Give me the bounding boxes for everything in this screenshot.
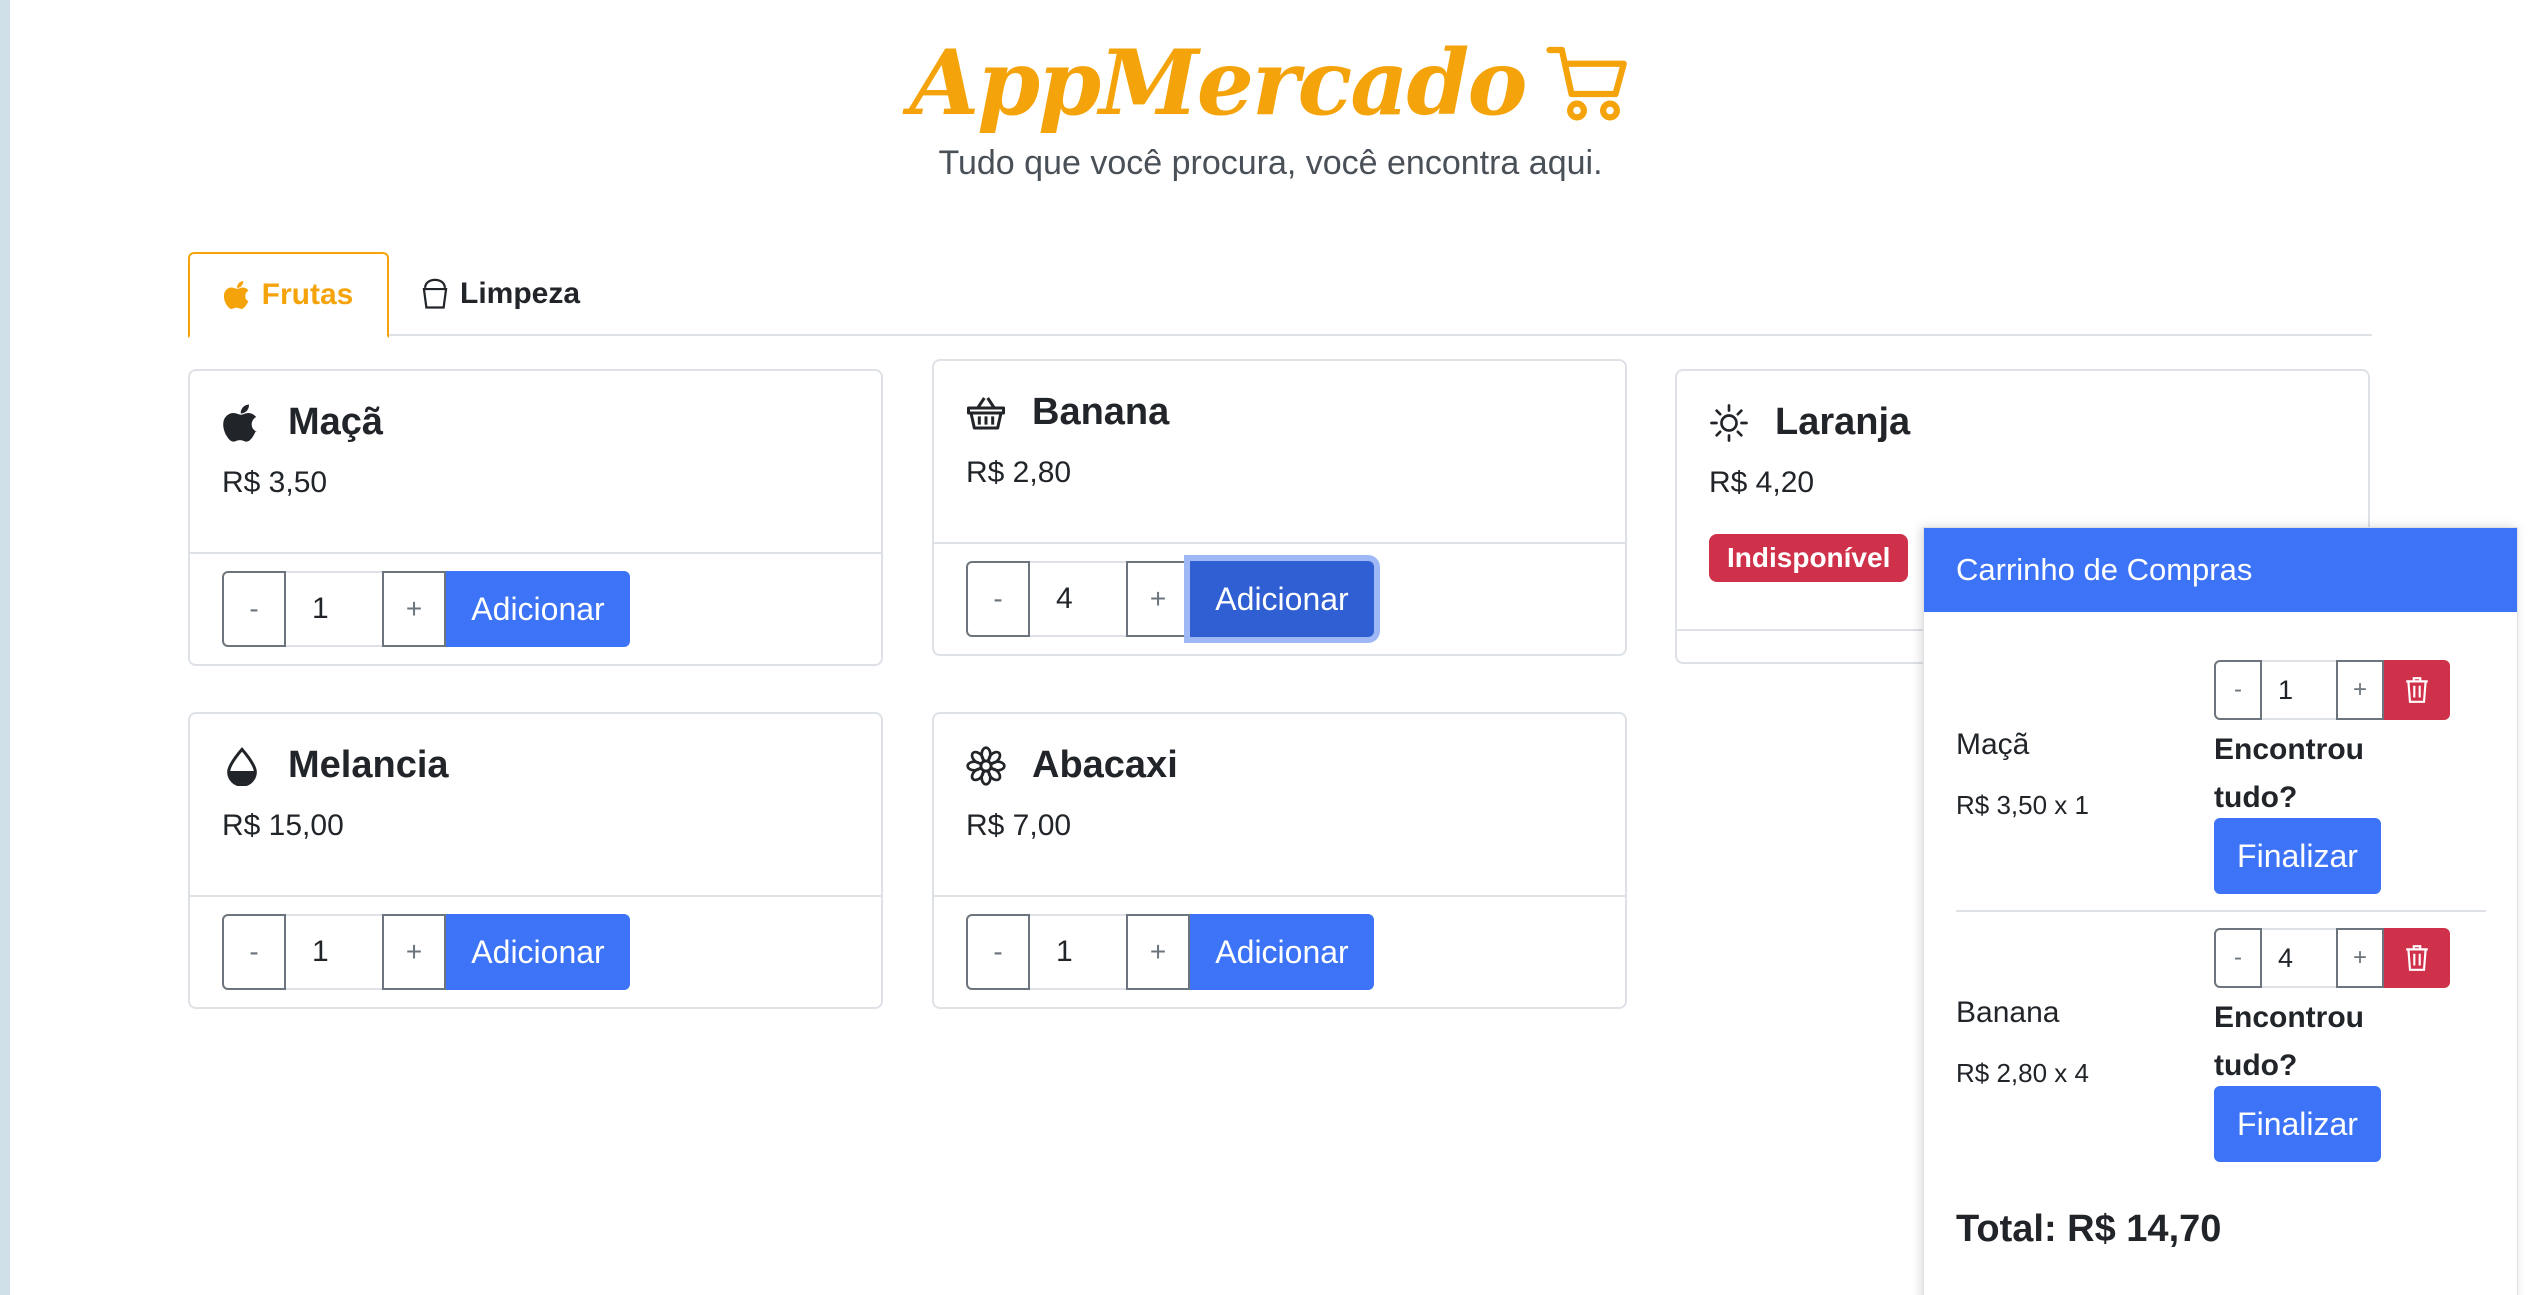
product-price: R$ 2,80 <box>966 456 1072 489</box>
finalize-button[interactable]: Finalizar <box>2214 1086 2381 1162</box>
cart-icon <box>1545 46 1627 121</box>
trash-icon <box>2406 677 2428 703</box>
product-name: Maçã <box>288 401 384 443</box>
product-price: R$ 4,20 <box>1709 466 1815 499</box>
tab-limpeza[interactable]: Limpeza <box>420 252 580 336</box>
product-title: Maçã <box>222 401 849 444</box>
remove-item-button[interactable] <box>2384 660 2450 720</box>
quantity-input[interactable]: 4 <box>1030 561 1126 637</box>
product-title: Melancia <box>222 744 849 787</box>
bucket-icon <box>422 278 448 309</box>
category-tabs: Frutas Limpeza <box>188 252 2372 338</box>
divider <box>1956 910 2486 912</box>
product-name: Melancia <box>288 744 449 786</box>
shopping-cart-panel: Carrinho de Compras Maçã R$ 3,50 x 1 - 1… <box>1923 527 2518 1295</box>
cart-item-line: R$ 3,50 x 1 <box>1956 790 2089 820</box>
add-to-cart-button[interactable]: Adicionar <box>446 571 630 647</box>
product-card-abacaxi: Abacaxi R$ 7,00 - 1 + Adicionar <box>932 712 1627 1009</box>
remove-item-button[interactable] <box>2384 928 2450 988</box>
cart-header: Carrinho de Compras <box>1924 528 2517 612</box>
product-title: Laranja <box>1709 401 2336 444</box>
product-name: Laranja <box>1775 401 1911 443</box>
card-body: Melancia R$ 15,00 <box>190 714 881 897</box>
quantity-input[interactable]: 1 <box>286 914 382 990</box>
increase-quantity-button[interactable]: + <box>1126 561 1190 637</box>
cart-item-name: Maçã <box>1956 728 2030 761</box>
tab-label: Frutas <box>261 278 354 311</box>
finalize-button[interactable]: Finalizar <box>2214 818 2381 894</box>
cart-question: Encontrou tudo? <box>2214 1001 2364 1082</box>
cart-total: Total: R$ 14,70 <box>1956 1208 2222 1250</box>
decrease-quantity-button[interactable]: - <box>2214 928 2262 988</box>
page-subtitle: Tudo que você procura, você encontra aqu… <box>938 144 1603 182</box>
increase-quantity-button[interactable]: + <box>2336 660 2384 720</box>
quantity-input[interactable]: 1 <box>286 571 382 647</box>
decrease-quantity-button[interactable]: - <box>222 571 286 647</box>
decrease-quantity-button[interactable]: - <box>966 914 1030 990</box>
product-price: R$ 3,50 <box>222 466 328 499</box>
quantity-input[interactable]: 1 <box>1030 914 1126 990</box>
app-title: AppMercado <box>909 30 1527 136</box>
product-title: Abacaxi <box>966 744 1593 787</box>
increase-quantity-button[interactable]: + <box>382 914 446 990</box>
product-card-melancia: Melancia R$ 15,00 - 1 + Adicionar <box>188 712 883 1009</box>
card-footer: - 1 + Adicionar <box>190 554 881 664</box>
increase-quantity-button[interactable]: + <box>382 571 446 647</box>
cart-item-controls: - 4 + <box>2214 928 2450 988</box>
decrease-quantity-button[interactable]: - <box>2214 660 2262 720</box>
basket-icon <box>967 396 1005 429</box>
decrease-quantity-button[interactable]: - <box>966 561 1030 637</box>
cart-item-controls: - 1 + <box>2214 660 2450 720</box>
decrease-quantity-button[interactable]: - <box>222 914 286 990</box>
tab-frutas[interactable]: Frutas <box>188 252 389 338</box>
product-card-banana: Banana R$ 2,80 - 4 + Adicionar <box>932 359 1627 656</box>
apple-icon <box>223 281 249 309</box>
card-body: Banana R$ 2,80 <box>934 361 1625 544</box>
quantity-input[interactable]: 4 <box>2262 928 2336 988</box>
brand: AppMercado <box>909 30 1631 136</box>
tab-label: Limpeza <box>460 277 581 310</box>
droplet-half-icon <box>227 746 257 786</box>
trash-icon <box>2406 945 2428 971</box>
product-name: Abacaxi <box>1032 744 1178 786</box>
unavailable-badge: Indisponível <box>1709 534 1909 582</box>
sun-icon <box>1710 403 1748 442</box>
product-name: Banana <box>1032 391 1170 433</box>
product-title: Banana <box>966 391 1593 434</box>
product-price: R$ 7,00 <box>966 809 1072 842</box>
cart-item-line: R$ 2,80 x 4 <box>1956 1058 2089 1088</box>
increase-quantity-button[interactable]: + <box>1126 914 1190 990</box>
card-footer: - 1 + Adicionar <box>190 897 881 1007</box>
card-body: Maçã R$ 3,50 <box>190 371 881 554</box>
card-footer: - 1 + Adicionar <box>934 897 1625 1007</box>
quantity-input[interactable]: 1 <box>2262 660 2336 720</box>
page-header: AppMercado Tudo que você procura, você e… <box>0 30 2541 183</box>
flower-icon <box>966 745 1006 786</box>
apple-icon <box>223 404 258 442</box>
cart-question: Encontrou tudo? <box>2214 733 2364 814</box>
add-to-cart-button[interactable]: Adicionar <box>1190 561 1374 637</box>
window-edge <box>0 0 10 1295</box>
add-to-cart-button[interactable]: Adicionar <box>446 914 630 990</box>
product-price: R$ 15,00 <box>222 809 344 842</box>
increase-quantity-button[interactable]: + <box>2336 928 2384 988</box>
card-footer: - 4 + Adicionar <box>934 544 1625 654</box>
card-body: Abacaxi R$ 7,00 <box>934 714 1625 897</box>
product-card-maca: Maçã R$ 3,50 - 1 + Adicionar <box>188 369 883 666</box>
cart-item-name: Banana <box>1956 996 2060 1029</box>
add-to-cart-button[interactable]: Adicionar <box>1190 914 1374 990</box>
